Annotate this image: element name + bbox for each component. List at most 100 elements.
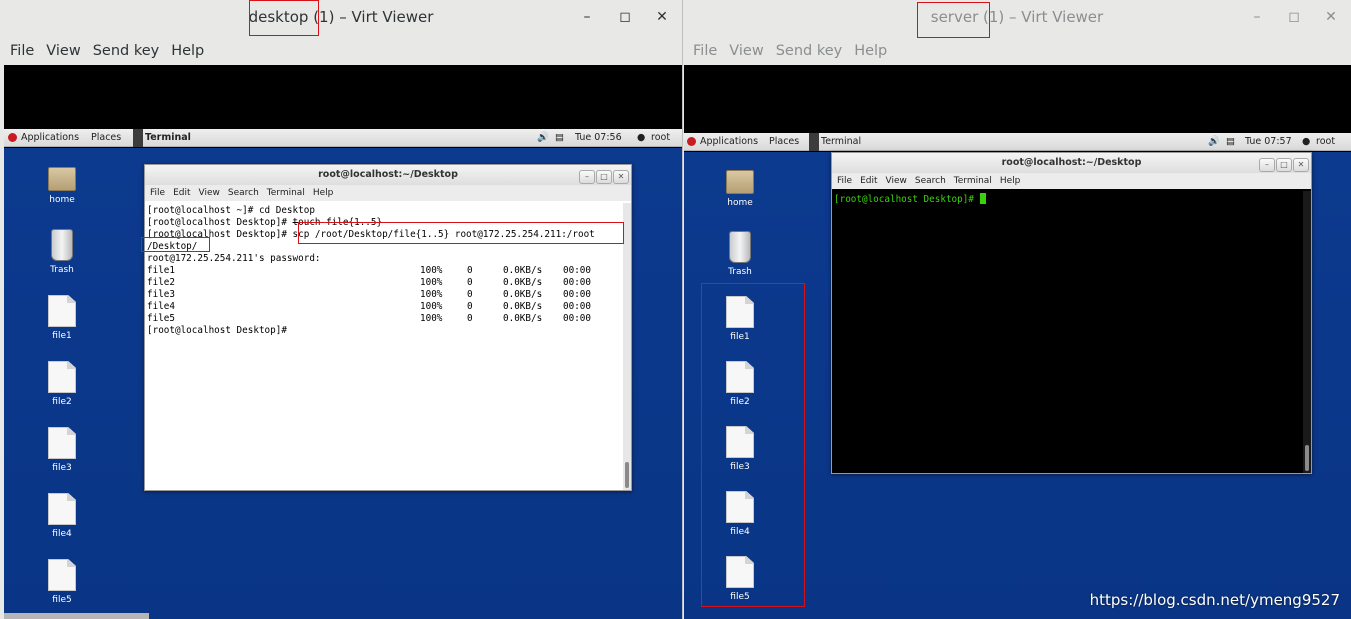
menu-view[interactable]: View xyxy=(40,37,86,65)
guest-display[interactable]: Applications Places Terminal 🔊 ▤ Tue 07:… xyxy=(4,65,682,619)
window-title: server (1) – Virt Viewer xyxy=(930,8,1104,26)
user-menu[interactable]: root xyxy=(1316,133,1335,151)
icon-label: file3 xyxy=(730,462,750,472)
terminal-close-button[interactable]: ✕ xyxy=(1293,158,1309,172)
desktop-icon-file1[interactable]: file1 xyxy=(715,296,765,342)
terminal-output[interactable]: [root@localhost ~]# cd Desktop [root@loca… xyxy=(145,203,623,490)
menu-help[interactable]: Help xyxy=(165,37,210,65)
desktop-icon-trash[interactable]: Trash xyxy=(715,231,765,277)
terminal-app-icon xyxy=(809,133,819,151)
terminal-menu-file[interactable]: File xyxy=(832,176,856,186)
terminal-titlebar[interactable]: root@localhost:~/Desktop – □ ✕ xyxy=(832,153,1311,173)
desktop-icon-file5[interactable]: file5 xyxy=(37,559,87,605)
guest-display[interactable]: Applications Places Terminal 🔊 ▤ Tue 07:… xyxy=(684,65,1351,619)
maximize-button[interactable]: ◻ xyxy=(607,0,643,35)
terminal-minimize-button[interactable]: – xyxy=(579,170,595,184)
desktop-icon-file2[interactable]: file2 xyxy=(715,361,765,407)
terminal-close-button[interactable]: ✕ xyxy=(613,170,629,184)
icon-label: Trash xyxy=(50,265,74,275)
terminal-menu-terminal[interactable]: Terminal xyxy=(950,176,996,186)
watermark: https://blog.csdn.net/ymeng9527 xyxy=(1089,591,1340,609)
applications-menu[interactable]: Applications xyxy=(21,129,79,147)
redhat-icon xyxy=(8,133,17,142)
places-menu[interactable]: Places xyxy=(769,133,799,151)
minimize-button[interactable]: – xyxy=(569,0,605,35)
terminal-menu-view[interactable]: View xyxy=(882,176,911,186)
terminal-scrollbar[interactable] xyxy=(623,203,631,490)
desktop-icon-file4[interactable]: file4 xyxy=(715,491,765,537)
minimize-button[interactable]: – xyxy=(1239,0,1275,35)
terminal-menu-view[interactable]: View xyxy=(195,188,224,198)
terminal-menu-terminal[interactable]: Terminal xyxy=(263,188,309,198)
trash-icon xyxy=(51,229,73,261)
user-menu[interactable]: root xyxy=(651,129,670,147)
desktop-icon-trash[interactable]: Trash xyxy=(37,229,87,275)
desktop-icon-file3[interactable]: file3 xyxy=(37,427,87,473)
terminal-maximize-button[interactable]: □ xyxy=(596,170,612,184)
close-button[interactable]: ✕ xyxy=(644,0,680,35)
terminal-menu-edit[interactable]: Edit xyxy=(856,176,881,186)
places-menu[interactable]: Places xyxy=(91,129,121,147)
menu-file[interactable]: File xyxy=(683,37,723,65)
terminal-menu-edit[interactable]: Edit xyxy=(169,188,194,198)
desktop-icon-file3[interactable]: file3 xyxy=(715,426,765,472)
desktop-icon-file1[interactable]: file1 xyxy=(37,295,87,341)
file-icon xyxy=(726,556,754,588)
terminal-maximize-button[interactable]: □ xyxy=(1276,158,1292,172)
icon-label: file5 xyxy=(52,595,72,605)
terminal-title: root@localhost:~/Desktop xyxy=(1001,157,1142,168)
menu-help[interactable]: Help xyxy=(848,37,893,65)
terminal-line: root@172.25.254.211's password: xyxy=(147,253,321,264)
volume-icon[interactable]: 🔊 xyxy=(1208,133,1220,151)
maximize-button[interactable]: ◻ xyxy=(1276,0,1312,35)
desktop-icon-home[interactable]: home xyxy=(715,166,765,208)
desktop-icon-file2[interactable]: file2 xyxy=(37,361,87,407)
terminal-line: /Desktop/ xyxy=(147,241,198,252)
horizontal-scrollbar[interactable] xyxy=(4,613,149,619)
home-folder-icon xyxy=(726,170,754,194)
menu-file[interactable]: File xyxy=(0,37,40,65)
terminal-line: [root@localhost ~]# cd Desktop xyxy=(147,205,315,216)
network-icon[interactable]: ▤ xyxy=(1226,133,1235,151)
file-icon xyxy=(48,427,76,459)
trash-icon xyxy=(729,231,751,263)
terminal-scrollbar[interactable] xyxy=(1303,191,1311,473)
desktop-area[interactable]: home Trash file1 file2 file3 file4 file5… xyxy=(4,148,682,619)
terminal-menu-search[interactable]: Search xyxy=(911,176,950,186)
user-icon[interactable]: ● xyxy=(637,129,645,147)
clock[interactable]: Tue 07:56 xyxy=(575,129,622,147)
icon-label: file2 xyxy=(730,397,750,407)
network-icon[interactable]: ▤ xyxy=(555,129,564,147)
menu-view[interactable]: View xyxy=(723,37,769,65)
file-icon xyxy=(726,361,754,393)
terminal-menu-search[interactable]: Search xyxy=(224,188,263,198)
terminal-line: [root@localhost Desktop]# touch file{1..… xyxy=(147,217,383,228)
terminal-minimize-button[interactable]: – xyxy=(1259,158,1275,172)
terminal-titlebar[interactable]: root@localhost:~/Desktop – □ ✕ xyxy=(145,165,631,185)
clock[interactable]: Tue 07:57 xyxy=(1245,133,1292,151)
volume-icon[interactable]: 🔊 xyxy=(537,129,549,147)
redhat-icon xyxy=(687,137,696,146)
terminal-menu-help[interactable]: Help xyxy=(309,188,338,198)
terminal-output[interactable]: [root@localhost Desktop]# xyxy=(832,191,1303,473)
desktop-icon-file5[interactable]: file5 xyxy=(715,556,765,602)
desktop-area[interactable]: home Trash file1 file2 file3 file4 file5… xyxy=(684,152,1351,619)
terminal-menu-help[interactable]: Help xyxy=(996,176,1025,186)
terminal-app-label[interactable]: Terminal xyxy=(821,133,861,151)
window-title: desktop (1) – Virt Viewer xyxy=(248,8,434,26)
applications-menu[interactable]: Applications xyxy=(700,133,758,151)
gnome-top-bar: Applications Places Terminal 🔊 ▤ Tue 07:… xyxy=(684,133,1351,151)
terminal-window[interactable]: root@localhost:~/Desktop – □ ✕ File Edit Vie… xyxy=(831,152,1312,474)
user-icon[interactable]: ● xyxy=(1302,133,1310,151)
icon-label: home xyxy=(727,198,753,208)
terminal-menu-file[interactable]: File xyxy=(145,188,169,198)
file-icon xyxy=(726,491,754,523)
desktop-icon-file4[interactable]: file4 xyxy=(37,493,87,539)
desktop-icon-home[interactable]: home xyxy=(37,163,87,205)
close-button[interactable]: ✕ xyxy=(1313,0,1349,35)
menu-send-key[interactable]: Send key xyxy=(87,37,166,65)
terminal-app-label[interactable]: Terminal xyxy=(145,129,191,147)
menu-send-key[interactable]: Send key xyxy=(770,37,849,65)
terminal-window[interactable]: root@localhost:~/Desktop – □ ✕ File Edit Vie… xyxy=(144,164,632,491)
home-folder-icon xyxy=(48,167,76,191)
